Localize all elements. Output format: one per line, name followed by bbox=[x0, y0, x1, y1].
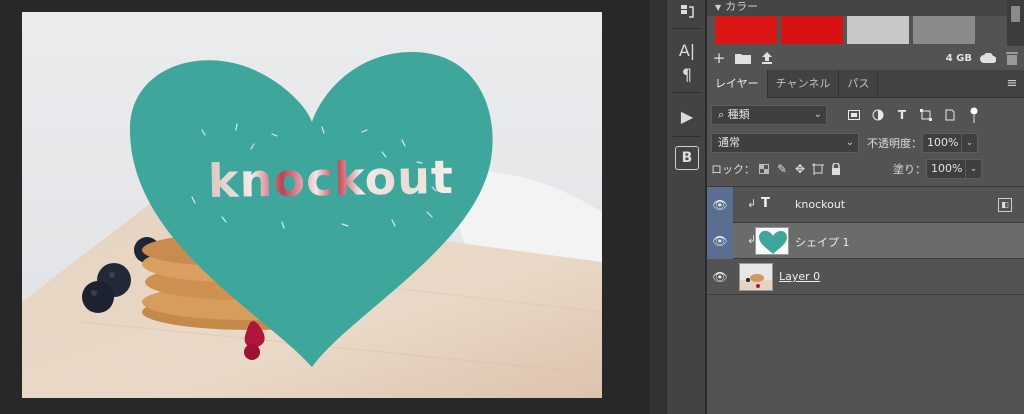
layer-name[interactable]: knockout bbox=[795, 198, 845, 211]
collapse-triangle-icon[interactable]: ▼ bbox=[715, 3, 721, 12]
lock-label: ロック： bbox=[711, 163, 755, 176]
opacity-input[interactable]: 100% bbox=[922, 133, 962, 153]
layer-row-knockout[interactable]: 👁 ↲ T knockout ◧ bbox=[707, 187, 1024, 223]
swatch-light-gray[interactable] bbox=[847, 16, 909, 44]
folder-icon[interactable] bbox=[731, 47, 755, 69]
clipping-arrow-icon: ↲ bbox=[747, 197, 757, 210]
swatch-gray[interactable] bbox=[913, 16, 975, 44]
panel-divider[interactable] bbox=[650, 0, 666, 414]
shape-thumbnail[interactable] bbox=[755, 227, 789, 255]
layer-filter-row: ⌕ 種類 ⌄ T bbox=[707, 102, 1024, 128]
layer-effect-badge-icon: ◧ bbox=[998, 198, 1012, 212]
filter-adjustment-icon[interactable] bbox=[869, 106, 887, 124]
right-panel: ▼ カラー + 4 GB レイヤー チャンネル パス ≡ ⌕ 種類 ⌄ T 通常… bbox=[707, 0, 1024, 414]
photoshop-window: knockout A| ¶ ▶ B ▼ カラー + 4 GB レイヤー チャンネ… bbox=[0, 0, 1024, 414]
blend-mode-value: 通常 bbox=[718, 136, 740, 149]
library-toolbar: + 4 GB bbox=[707, 46, 1024, 70]
lock-brush-icon[interactable]: ✎ bbox=[773, 160, 791, 178]
filter-shape-icon[interactable] bbox=[917, 106, 935, 124]
tab-paths[interactable]: パス bbox=[839, 70, 879, 98]
lock-artboard-icon[interactable] bbox=[809, 160, 827, 178]
upload-icon[interactable] bbox=[755, 47, 779, 69]
tab-channels[interactable]: チャンネル bbox=[768, 70, 840, 98]
knockout-text: knockout bbox=[207, 149, 455, 209]
strip-separator bbox=[673, 136, 701, 137]
history-icon[interactable] bbox=[675, 0, 699, 24]
fill-label: 塗り： bbox=[893, 163, 926, 176]
panel-menu-icon[interactable]: ≡ bbox=[1000, 70, 1024, 97]
layers-list: 👁 ↲ T knockout ◧ 👁 ↲ シェイプ 1 👁 Layer 0 bbox=[707, 186, 1024, 414]
layers-tabs: レイヤー チャンネル パス ≡ bbox=[707, 70, 1024, 98]
layer-row-background[interactable]: 👁 Layer 0 bbox=[707, 259, 1024, 295]
document-canvas[interactable]: knockout bbox=[22, 12, 602, 398]
layer-name[interactable]: シェイプ 1 bbox=[795, 234, 850, 250]
swatches-row bbox=[707, 16, 1007, 46]
swatch-red-1[interactable] bbox=[715, 16, 777, 44]
panel-icon-strip: A| ¶ ▶ B bbox=[666, 0, 706, 414]
visibility-eye-icon[interactable]: 👁 bbox=[707, 259, 733, 295]
lock-transparent-icon[interactable] bbox=[755, 160, 773, 178]
scrollbar-thumb[interactable] bbox=[1011, 6, 1020, 22]
strip-separator bbox=[673, 28, 701, 29]
filter-kind-dropdown[interactable]: ⌕ 種類 ⌄ bbox=[711, 105, 827, 125]
swatches-title: カラー bbox=[725, 0, 759, 13]
layer-row-shape[interactable]: 👁 ↲ シェイプ 1 bbox=[707, 223, 1024, 259]
fill-chevron-icon[interactable]: ⌄ bbox=[966, 159, 982, 179]
filter-smart-object-icon[interactable] bbox=[941, 106, 959, 124]
paragraph-icon[interactable]: ¶ bbox=[675, 62, 699, 86]
lock-fill-row: ロック： ✎ ✥ 塗り： 100% ⌄ bbox=[707, 156, 1024, 182]
filter-pixel-icon[interactable] bbox=[845, 106, 863, 124]
brush-b-icon[interactable]: B bbox=[675, 146, 699, 170]
visibility-eye-icon[interactable]: 👁 bbox=[707, 187, 733, 223]
chevron-down-icon: ⌄ bbox=[845, 137, 854, 148]
blend-mode-dropdown[interactable]: 通常 ⌄ bbox=[711, 133, 859, 153]
visibility-eye-icon[interactable]: 👁 bbox=[707, 223, 733, 259]
lock-all-icon[interactable] bbox=[827, 160, 845, 178]
lock-move-icon[interactable]: ✥ bbox=[791, 160, 809, 178]
character-icon[interactable]: A| bbox=[675, 38, 699, 62]
opacity-chevron-icon[interactable]: ⌄ bbox=[962, 133, 978, 153]
tab-layers[interactable]: レイヤー bbox=[707, 70, 768, 98]
filter-type-icon[interactable]: T bbox=[893, 106, 911, 124]
add-icon[interactable]: + bbox=[707, 47, 731, 69]
storage-size: 4 GB bbox=[945, 52, 972, 64]
actions-play-icon[interactable]: ▶ bbox=[675, 104, 699, 128]
photo-thumbnail[interactable] bbox=[739, 263, 773, 291]
swatches-header[interactable]: ▼ カラー bbox=[707, 0, 1024, 16]
canvas-area[interactable]: knockout bbox=[0, 0, 650, 414]
text-layer-icon: T bbox=[761, 196, 770, 211]
fill-input[interactable]: 100% bbox=[926, 159, 966, 179]
filter-toggle-icon[interactable] bbox=[965, 106, 983, 124]
trash-icon[interactable] bbox=[1000, 47, 1024, 69]
swatch-red-2[interactable] bbox=[781, 16, 843, 44]
opacity-label: 不透明度： bbox=[867, 137, 922, 150]
layer-name[interactable]: Layer 0 bbox=[779, 270, 820, 283]
search-icon: ⌕ bbox=[718, 108, 728, 121]
blend-opacity-row: 通常 ⌄ 不透明度： 100% ⌄ bbox=[707, 130, 1024, 156]
swatches-scrollbar[interactable] bbox=[1007, 0, 1024, 46]
strip-separator bbox=[673, 92, 701, 93]
cloud-icon[interactable] bbox=[976, 47, 1000, 69]
chevron-down-icon: ⌄ bbox=[813, 109, 822, 120]
filter-kind-value: 種類 bbox=[727, 108, 750, 121]
